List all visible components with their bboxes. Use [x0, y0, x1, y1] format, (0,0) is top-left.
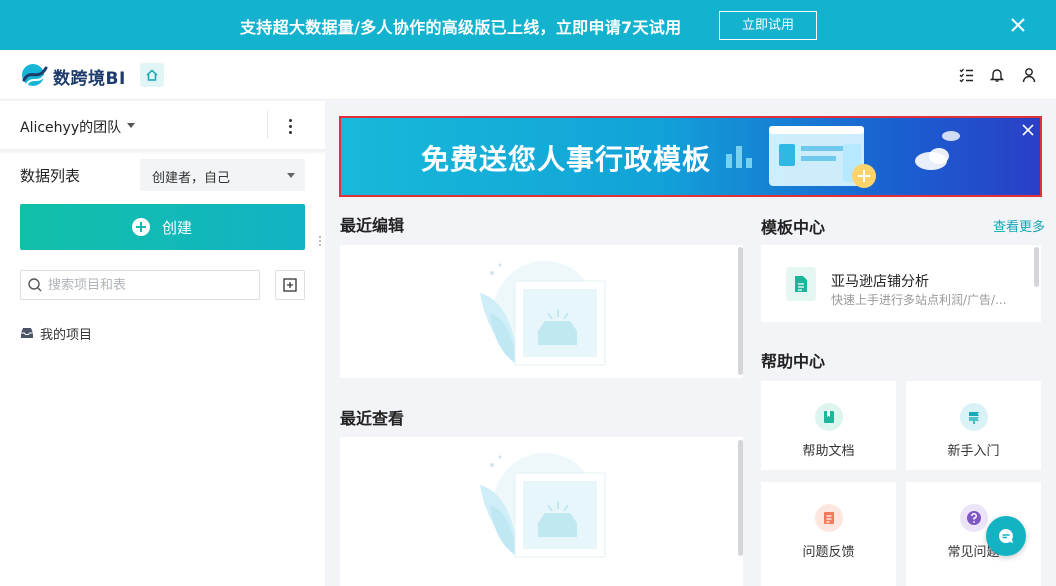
search-icon: [28, 278, 42, 292]
banner-text: 免费送您人事行政模板: [421, 143, 712, 176]
template-center-title: 模板中心: [761, 218, 826, 237]
recent-view-panel: [340, 437, 743, 586]
creator-filter-select[interactable]: 创建者，自己: [140, 159, 305, 191]
feedback-icon: [815, 504, 843, 532]
logo-icon: [22, 64, 48, 86]
sidebar: Alicehyy的团队 数据列表 创建者，自己 创建 我的项目: [0, 101, 325, 586]
close-banner-icon[interactable]: [1020, 122, 1036, 138]
add-item-button[interactable]: [275, 270, 305, 300]
chat-support-button[interactable]: [986, 516, 1026, 556]
recent-edit-panel: [340, 245, 743, 378]
sidebar-resize-handle[interactable]: [318, 236, 322, 250]
plus-circle-icon: [132, 218, 150, 236]
template-name: 亚马逊店铺分析: [831, 274, 929, 290]
help-item-label: 帮助文档: [802, 444, 855, 459]
question-icon: [960, 504, 988, 532]
user-icon: [1022, 68, 1036, 83]
help-item-getting-started[interactable]: 新手入门: [906, 381, 1041, 470]
bell-icon: [990, 69, 1004, 82]
promo-banner[interactable]: 免费送您人事行政模板: [339, 116, 1042, 197]
add-square-icon: [283, 278, 297, 292]
view-more-link[interactable]: 查看更多: [993, 216, 1045, 235]
spreadsheet-icon: [786, 267, 816, 301]
inbox-icon: [21, 328, 33, 338]
checklist-icon: [959, 68, 973, 83]
home-icon: [146, 69, 158, 81]
project-name: 我的项目: [40, 327, 93, 343]
search-box: [20, 270, 260, 300]
divider-shadow: [0, 149, 325, 155]
app-header: 数跨境BI: [0, 50, 1056, 100]
close-promo-icon[interactable]: [1006, 13, 1030, 37]
task-list-button[interactable]: [957, 66, 975, 84]
promo-message: 支持超大数据量/多人协作的高级版已上线，立即申请7天试用: [240, 18, 682, 37]
more-options-icon[interactable]: [283, 116, 297, 136]
help-item-label: 问题反馈: [802, 545, 855, 560]
template-item[interactable]: 亚马逊店铺分析 快速上手进行多站点利润/广告/...: [761, 245, 1041, 322]
help-item-docs[interactable]: 帮助文档: [761, 381, 896, 470]
home-button[interactable]: [140, 63, 164, 87]
divider: [267, 111, 268, 139]
recent-edit-scrollbar[interactable]: [738, 247, 743, 375]
creator-filter-value: 创建者，自己: [152, 171, 231, 186]
document-icon: [815, 403, 843, 431]
team-caret-down-icon[interactable]: [127, 123, 135, 128]
create-button-label: 创建: [162, 219, 193, 237]
guide-sign-icon: [960, 403, 988, 431]
template-scrollbar[interactable]: [1034, 247, 1039, 287]
notifications-button[interactable]: [988, 66, 1006, 84]
try-now-button[interactable]: 立即试用: [719, 11, 817, 40]
banner-illustration: [726, 126, 960, 188]
recent-view-title: 最近查看: [340, 409, 405, 428]
user-account-button[interactable]: [1020, 66, 1038, 84]
project-item-my[interactable]: 我的项目: [20, 324, 93, 343]
create-button[interactable]: 创建: [20, 204, 305, 250]
recent-view-scrollbar[interactable]: [738, 440, 743, 556]
chevron-down-icon: [287, 173, 295, 178]
data-list-title: 数据列表: [20, 167, 81, 185]
search-input[interactable]: [48, 276, 253, 295]
help-center-title: 帮助中心: [761, 352, 826, 371]
help-item-feedback[interactable]: 问题反馈: [761, 482, 896, 586]
help-item-label: 新手入门: [947, 444, 1000, 459]
empty-state-illustration: [480, 453, 606, 558]
team-name[interactable]: Alicehyy的团队: [20, 117, 121, 137]
empty-state-illustration: [480, 261, 606, 366]
recent-edit-title: 最近编辑: [340, 216, 405, 235]
app-name: 数跨境BI: [53, 69, 126, 89]
promo-bar: 支持超大数据量/多人协作的高级版已上线，立即申请7天试用 立即试用: [0, 0, 1056, 50]
chat-icon: [998, 528, 1013, 543]
template-desc: 快速上手进行多站点利润/广告/...: [831, 293, 1007, 307]
